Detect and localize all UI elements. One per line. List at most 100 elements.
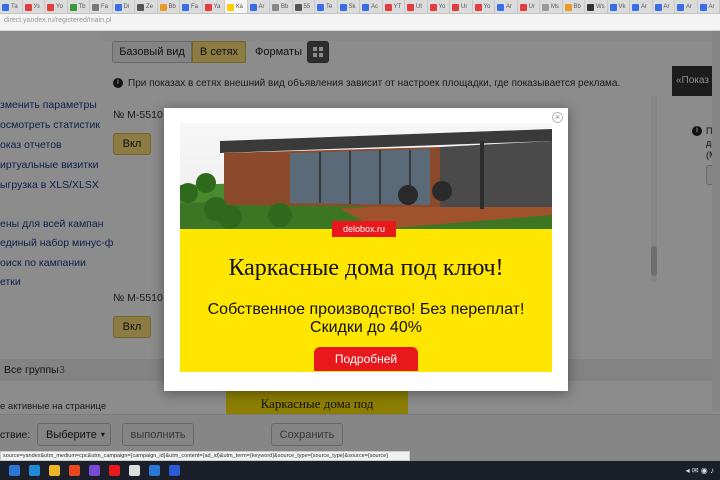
folder-icon[interactable] (49, 465, 60, 476)
tab-favicon-icon (609, 3, 617, 11)
tab-title: Te (326, 4, 333, 10)
browser-tab[interactable]: Та (0, 0, 23, 13)
tab-title: Ar (708, 4, 715, 10)
tab-title: Yo (483, 4, 491, 10)
tab-title: Tb (78, 4, 86, 10)
tab-title: Ar (506, 4, 512, 10)
tab-title: Vk (618, 4, 626, 10)
tab-favicon-icon (294, 3, 302, 11)
tab-favicon-icon (317, 3, 324, 11)
tab-title: Yo (56, 4, 63, 10)
browser-tab[interactable]: Bb (270, 0, 293, 13)
word-icon[interactable] (169, 465, 180, 476)
app-icon-3[interactable] (149, 465, 160, 476)
browser-tab[interactable]: Te (315, 0, 338, 13)
tab-favicon-icon (182, 3, 189, 11)
tab-favicon-icon (384, 3, 392, 11)
house-photo (180, 123, 552, 229)
tab-strip: Та Уз Yo Tb Fa Di Ze Bb Fa Ya Ка Ar Bb 55 Te Sk Ac YT Ut Yo… (0, 0, 720, 14)
browser-tab[interactable]: Ar (653, 0, 675, 13)
tab-title: Sk (348, 4, 356, 10)
browser-tab[interactable]: Уз (23, 0, 45, 13)
browser-tab[interactable]: Bb (563, 0, 585, 13)
tab-favicon-icon (474, 3, 482, 11)
app-icon-2[interactable] (109, 465, 120, 476)
tab-favicon-icon (362, 3, 369, 11)
browser-tab[interactable]: Ка (225, 0, 248, 13)
tab-favicon-icon (137, 3, 144, 11)
firefox-icon[interactable] (69, 465, 80, 476)
url-text[interactable]: direct.yandex.ru/registered/main.pl (4, 17, 111, 24)
app-icon-1[interactable] (89, 465, 100, 476)
tab-favicon-icon (92, 3, 99, 11)
browser-tab[interactable]: 55 (293, 0, 315, 13)
tab-title: Ut (416, 4, 422, 10)
chrome-icon[interactable] (129, 465, 140, 476)
browser-tab[interactable]: Fa (90, 0, 113, 13)
tab-favicon-icon (227, 3, 234, 11)
tab-favicon-icon (272, 3, 279, 11)
ad-cta-button[interactable]: Подробней (314, 347, 418, 371)
browser-tab[interactable]: Yo (473, 0, 495, 13)
browser-tab[interactable]: Ze (135, 0, 158, 13)
browser-tab[interactable]: Ar (630, 0, 653, 13)
tab-title: Yo (438, 4, 446, 10)
tab-title: Ac (371, 4, 379, 10)
browser-tab[interactable]: YT (383, 0, 405, 13)
tab-title: YT (393, 4, 402, 10)
tab-favicon-icon (159, 3, 167, 11)
tab-title: Bb (281, 4, 289, 10)
taskbar: ◂ ✉ ◉ ♪ (0, 461, 720, 480)
tab-favicon-icon (339, 3, 347, 11)
tab-favicon-icon (429, 3, 437, 11)
ad-line-2: Скидки до 40% (310, 319, 422, 336)
browser-tab[interactable]: Fa (180, 0, 203, 13)
tab-title: Ms (551, 4, 559, 10)
browser-tab[interactable]: Yo (428, 0, 450, 13)
browser-tab[interactable]: Ar (248, 0, 270, 13)
close-icon[interactable]: × (552, 112, 563, 123)
tab-title: Ar (641, 4, 647, 10)
browser-tab[interactable]: Ur (518, 0, 540, 13)
browser-tab[interactable]: Tb (68, 0, 90, 13)
status-bar-url: source=yandex&utm_medium=cpc&utm_campaig… (0, 451, 410, 461)
browser-tab[interactable]: Vk (608, 0, 630, 13)
tab-title: Уз (33, 4, 40, 10)
tab-title: Ws (596, 4, 605, 10)
tab-title: Ar (686, 4, 692, 10)
tab-favicon-icon (47, 3, 54, 11)
windows-start-icon[interactable] (9, 465, 20, 476)
ie-icon[interactable] (29, 465, 40, 476)
tab-title: Bb (168, 4, 176, 10)
tray-icons[interactable]: ◂ ✉ ◉ ♪ (686, 466, 714, 475)
tab-favicon-icon (677, 3, 684, 11)
tab-favicon-icon (69, 3, 77, 11)
browser-tab[interactable]: Sk (338, 0, 360, 13)
tab-favicon-icon (564, 3, 572, 11)
tab-title: Ze (146, 4, 154, 10)
tab-title: Ка (236, 4, 243, 10)
house-illustration (180, 129, 552, 229)
browser-tab[interactable]: Bb (158, 0, 180, 13)
tab-title: Ya (213, 4, 221, 10)
browser-tab[interactable]: Ar (698, 0, 720, 13)
browser-tab[interactable]: Ar (675, 0, 698, 13)
tab-favicon-icon (542, 3, 549, 11)
tab-favicon-icon (407, 3, 414, 11)
ad-banner[interactable]: delobox.ru Каркасные дома под ключ! Собс… (180, 123, 552, 372)
tab-title: Bb (573, 4, 581, 10)
browser-tab[interactable]: Ur (450, 0, 473, 13)
tab-favicon-icon (519, 3, 527, 11)
browser-tab[interactable]: Ms (540, 0, 563, 13)
browser-tab[interactable]: Ws (585, 0, 608, 13)
browser-tab[interactable]: Ar (495, 0, 518, 13)
browser-tab[interactable]: Yo (45, 0, 68, 13)
tab-favicon-icon (699, 3, 707, 11)
browser-tab[interactable]: Ut (405, 0, 428, 13)
tab-favicon-icon (2, 3, 9, 11)
browser-tab[interactable]: Ac (360, 0, 383, 13)
tab-favicon-icon (632, 3, 639, 11)
tab-title: Di (123, 4, 130, 10)
browser-tab[interactable]: Di (113, 0, 135, 13)
browser-tab[interactable]: Ya (203, 0, 225, 13)
